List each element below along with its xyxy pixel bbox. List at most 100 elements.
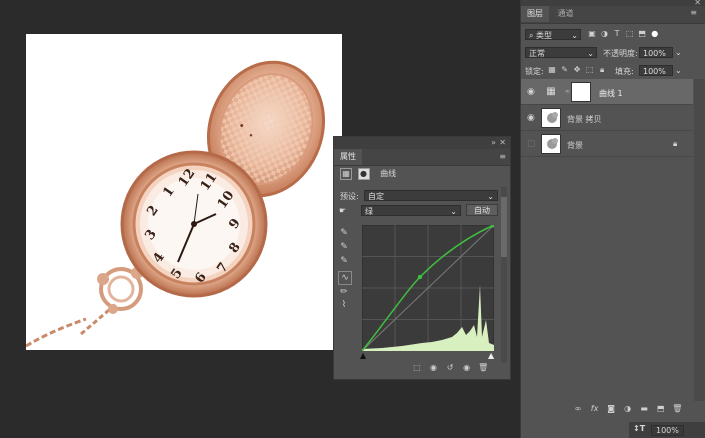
tab-layers[interactable]: 图层	[521, 6, 549, 22]
type-size-value[interactable]: 100%	[651, 425, 684, 436]
chevron-down-icon: ⌄	[587, 49, 594, 58]
layers-panel: ✕ 图层 通道 ≡ ⌕ 类型 ⌄ ▣ ◑ T ⬚ ⬒ ● 正常 ⌄ 不透明度: …	[520, 0, 705, 438]
preset-select[interactable]: 自定 ⌄	[364, 190, 498, 201]
close-icon[interactable]: ✕	[694, 0, 701, 7]
smartobject-filter-icon[interactable]: ⬒	[637, 29, 647, 39]
layer-name[interactable]: 背景	[567, 140, 583, 151]
lock-transparent-icon[interactable]: ▦	[547, 65, 557, 75]
adjustment-filter-icon[interactable]: ◑	[600, 29, 610, 39]
lock-icons: ▦ ✎ ✥ ⬚ 🔒︎	[547, 65, 607, 75]
eyedropper-white-icon[interactable]: ✎	[338, 255, 350, 267]
layers-tabs: 图层 通道 ≡	[521, 6, 705, 24]
eyedropper-gray-icon[interactable]: ✎	[338, 241, 350, 253]
lock-icon: 🔒︎	[673, 139, 678, 148]
panel-menu-icon[interactable]: ≡	[690, 8, 697, 17]
properties-tabs: 属性 ≡	[334, 149, 510, 166]
lock-all-icon[interactable]: 🔒︎	[597, 65, 607, 75]
layer-thumbnail	[541, 134, 561, 154]
tab-properties[interactable]: 属性	[334, 149, 362, 165]
curves-svg	[361, 223, 495, 352]
lock-label: 锁定:	[525, 67, 544, 76]
add-mask-icon[interactable]: ◙	[604, 404, 618, 414]
auto-button[interactable]: 自动	[466, 204, 498, 216]
eye-icon[interactable]: ▢	[527, 139, 536, 149]
group-folder-icon[interactable]: ▬	[637, 404, 651, 414]
adjustment-header: ▦ ● 曲线	[340, 168, 396, 180]
pixel-filter-icon[interactable]: ▣	[587, 29, 597, 39]
filter-toggle-icon[interactable]: ●	[650, 29, 660, 39]
white-point-slider[interactable]: ▲	[488, 351, 494, 360]
search-icon: ⌕	[529, 31, 534, 40]
document-canvas[interactable]: 1 2 3 4 5 6 7 8 9 10 11 12	[26, 34, 342, 350]
fill-value: 100%	[643, 67, 666, 76]
lock-pixels-icon[interactable]: ✎	[560, 65, 570, 75]
properties-panel: » ✕ 属性 ≡ ▦ ● 曲线 预设: 自定 ⌄ ☛ 绿 ⌄ 自动 ✎ ✎ ✎ …	[333, 136, 511, 380]
lock-artboard-icon[interactable]: ⬚	[585, 65, 595, 75]
mask-icon[interactable]: ●	[357, 168, 370, 180]
layer-row-background[interactable]: ▢ 背景 🔒︎	[521, 131, 693, 157]
filter-icons: ▣ ◑ T ⬚ ⬒ ●	[587, 29, 660, 39]
filter-kind-select[interactable]: ⌕ 类型 ⌄	[525, 29, 581, 40]
close-icon[interactable]: ✕	[499, 138, 506, 147]
curves-graph[interactable]	[361, 223, 495, 352]
layers-scrollbar[interactable]	[694, 79, 705, 401]
type-filter-icon[interactable]: T	[612, 29, 622, 39]
layer-thumbnail	[541, 108, 561, 128]
properties-bottom-toolbar: ⬚ ◉ ↺ ◉ 🗑	[410, 363, 500, 377]
eyedropper-black-icon[interactable]: ✎	[338, 227, 350, 239]
adjustment-name: 曲线	[380, 169, 397, 178]
layer-row-background-copy[interactable]: ◉ 背景 拷贝	[521, 105, 693, 131]
eye-icon[interactable]: ◉	[527, 87, 535, 97]
blend-mode-value: 正常	[529, 49, 545, 58]
opacity-input[interactable]: 100%	[639, 47, 673, 58]
character-strip: ↕T 100%	[629, 422, 705, 438]
smooth-icon[interactable]: ⌇	[338, 299, 350, 311]
shape-filter-icon[interactable]: ⬚	[625, 29, 635, 39]
layer-name[interactable]: 背景 拷贝	[567, 114, 602, 125]
clip-to-layer-icon[interactable]: ⬚	[410, 363, 424, 373]
panel-menu-icon[interactable]: ≡	[499, 152, 506, 161]
fx-icon[interactable]: fx	[588, 404, 602, 414]
adjustment-layer-icon[interactable]: ◑	[621, 404, 635, 414]
scroll-thumb[interactable]	[501, 197, 507, 257]
opacity-value: 100%	[643, 49, 666, 58]
link-icon[interactable]: ∞	[565, 88, 570, 95]
channel-select[interactable]: 绿 ⌄	[361, 205, 461, 216]
tab-channels[interactable]: 通道	[552, 6, 580, 22]
chevron-down-icon[interactable]: ⌄	[675, 66, 682, 75]
channel-value: 绿	[365, 207, 373, 216]
trash-icon[interactable]: 🗑	[476, 363, 490, 373]
trash-icon[interactable]: 🗑	[670, 404, 684, 414]
new-layer-icon[interactable]: ⬒	[654, 404, 668, 414]
blend-mode-select[interactable]: 正常 ⌄	[525, 47, 597, 58]
chevron-down-icon: ⌄	[450, 207, 457, 216]
fill-input[interactable]: 100%	[639, 65, 673, 76]
black-point-slider[interactable]: ▲	[360, 351, 366, 360]
opacity-label: 不透明度:	[603, 49, 638, 58]
type-size-icon: ↕T	[633, 424, 646, 433]
chevron-down-icon: ⌄	[571, 31, 578, 40]
chevron-down-icon: ⌄	[487, 192, 494, 201]
layers-bottom-toolbar: ∞ fx ◙ ◑ ▬ ⬒ 🗑	[571, 404, 691, 416]
lock-position-icon[interactable]: ✥	[572, 65, 582, 75]
visibility-icon[interactable]: ◉	[460, 363, 474, 373]
curve-points-icon[interactable]: ∿	[338, 271, 352, 285]
pencil-icon[interactable]: ✏	[338, 286, 350, 298]
properties-scrollbar[interactable]	[501, 187, 507, 363]
layer-row-curves[interactable]: ◉ ▦ ∞ 曲线 1	[521, 79, 693, 105]
chevron-down-icon[interactable]: ⌄	[675, 48, 682, 57]
preset-value: 自定	[368, 192, 384, 201]
curves-adjustment-icon: ▦	[340, 168, 352, 180]
filter-kind-value: 类型	[536, 31, 553, 40]
properties-titlebar[interactable]: » ✕	[334, 137, 510, 149]
channel-hand-icon[interactable]: ☛	[339, 206, 346, 215]
layer-name[interactable]: 曲线 1	[599, 88, 623, 99]
collapse-icon[interactable]: »	[491, 138, 496, 147]
preset-label: 预设:	[340, 192, 359, 201]
pocket-watch-image: 1 2 3 4 5 6 7 8 9 10 11 12	[26, 60, 326, 348]
reset-icon[interactable]: ↺	[443, 363, 457, 373]
layer-mask-thumbnail[interactable]	[571, 82, 591, 102]
view-previous-icon[interactable]: ◉	[427, 363, 441, 373]
link-layers-icon[interactable]: ∞	[571, 404, 585, 414]
eye-icon[interactable]: ◉	[527, 113, 535, 123]
